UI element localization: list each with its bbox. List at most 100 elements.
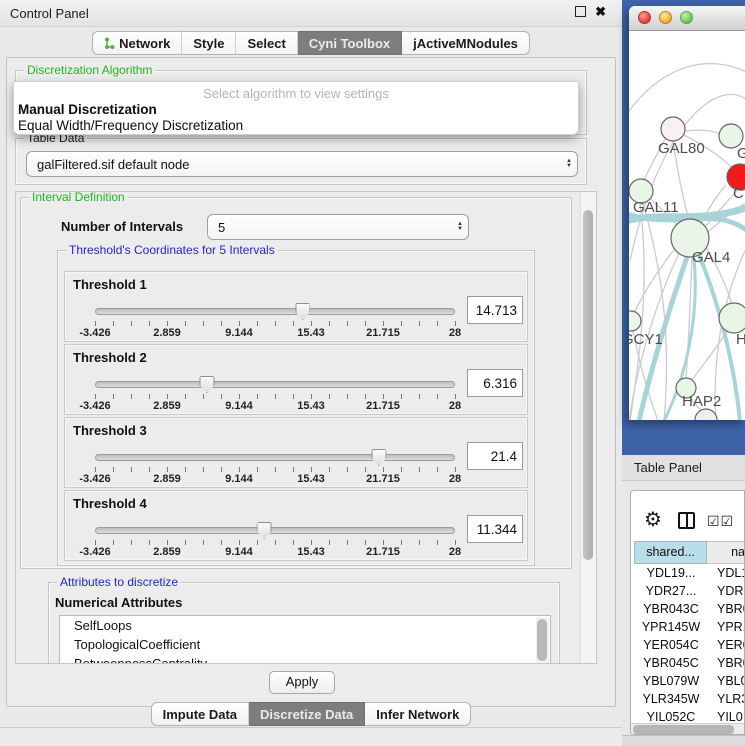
tab-select[interactable]: Select — [236, 31, 297, 55]
table-row[interactable]: YBR045CYBR0 — [634, 654, 745, 672]
threshold-panel-4: Threshold 4-3.4262.8599.14415.4321.71528 — [64, 490, 528, 561]
network-node-H-node[interactable] — [719, 303, 745, 333]
tab-style[interactable]: Style — [182, 31, 236, 55]
table-row[interactable]: YER054CYER0 — [634, 636, 745, 654]
threshold-value-field[interactable] — [467, 442, 523, 470]
slider-track[interactable] — [95, 381, 455, 388]
list-scrollbar-thumb[interactable] — [537, 619, 547, 661]
slider-handle[interactable] — [199, 376, 214, 393]
control-panel: Control Panel ✖ NetworkStyleSelectCyni T… — [0, 0, 622, 745]
cell-shared-name[interactable]: YDR27... — [634, 582, 708, 600]
cell-shared-name[interactable]: YDL19... — [634, 564, 708, 582]
threshold-value-field[interactable] — [467, 369, 523, 397]
network-node-label: HAP2 — [682, 393, 721, 410]
table-horizontal-scrollbar[interactable] — [631, 723, 744, 735]
bottom-tab-discretize-data[interactable]: Discretize Data — [249, 702, 365, 726]
table-row[interactable]: YPR145WYPR1 — [634, 618, 745, 636]
attribute-item[interactable]: SelfLoops — [60, 616, 550, 635]
cell-shared-name[interactable]: YBR043C — [634, 600, 708, 618]
algorithm-option-1[interactable]: Manual Discretization — [18, 102, 157, 117]
zoom-traffic-light-icon[interactable] — [680, 11, 693, 24]
table-data-combobox[interactable]: galFiltered.sif default node ▲▼ — [26, 151, 578, 177]
cell-name[interactable]: YBL0 — [708, 672, 745, 690]
table-hscrollbar-thumb[interactable] — [633, 725, 734, 734]
numerical-attributes-list[interactable]: SelfLoopsTopologicalCoefficientBetweenne… — [59, 615, 551, 664]
tick-label: 9.144 — [225, 400, 253, 412]
network-window-titlebar — [629, 6, 745, 31]
cell-name[interactable]: YBR0 — [708, 654, 745, 672]
column-header-name[interactable]: na — [707, 541, 745, 564]
cell-name[interactable]: YBR0 — [708, 600, 745, 618]
cell-name[interactable]: YDL1 — [708, 564, 745, 582]
tab-label: Infer Network — [376, 707, 459, 722]
settings-scrollbar-thumb[interactable] — [583, 210, 593, 560]
tick-label: 2.859 — [153, 400, 181, 412]
cell-name[interactable]: YER0 — [708, 636, 745, 654]
threshold-value-field[interactable] — [467, 515, 523, 543]
tick-label: -3.426 — [79, 546, 110, 558]
network-edge — [629, 64, 745, 121]
slider-track[interactable] — [95, 454, 455, 461]
bottom-tab-impute-data[interactable]: Impute Data — [151, 702, 249, 726]
tab-network[interactable]: Network — [92, 31, 182, 55]
num-intervals-label: Number of Intervals — [61, 219, 183, 234]
threshold-value-field[interactable] — [467, 296, 523, 324]
tick-label: 9.144 — [225, 546, 253, 558]
table-row[interactable]: YBR043CYBR0 — [634, 600, 745, 618]
threshold-label: Threshold 3 — [73, 423, 147, 438]
algorithm-option-2[interactable]: Equal Width/Frequency Discretization — [18, 118, 243, 133]
cell-name[interactable]: YDR2 — [708, 582, 745, 600]
tick-label: 15.43 — [297, 546, 325, 558]
column-header-shared[interactable]: shared... — [634, 541, 707, 564]
split-view-icon[interactable] — [678, 512, 695, 529]
tick-label: 2.859 — [153, 327, 181, 339]
cell-shared-name[interactable]: YER054C — [634, 636, 708, 654]
bottom-tab-infer-network[interactable]: Infer Network — [365, 702, 471, 726]
num-intervals-combobox[interactable]: 5 ▲▼ — [207, 214, 469, 240]
slider-ticks — [95, 467, 456, 472]
cell-shared-name[interactable]: YPR145W — [634, 618, 708, 636]
tab-cyni-toolbox[interactable]: Cyni Toolbox — [298, 31, 402, 55]
combo-stepper-icon: ▲▼ — [561, 159, 577, 169]
close-traffic-light-icon[interactable] — [638, 11, 651, 24]
tick-label: 28 — [449, 327, 461, 339]
cell-shared-name[interactable]: YLR345W — [634, 690, 708, 708]
checkbox-icons[interactable]: ☑☑ — [707, 513, 734, 530]
slider-handle[interactable] — [295, 303, 310, 320]
thresholds-group-title: Threshold's Coordinates for 5 Intervals — [66, 243, 278, 257]
network-canvas[interactable]: GAL80GACGAL11GAL4GCY1HHAP2 — [629, 31, 745, 420]
cell-shared-name[interactable]: YBR045C — [634, 654, 708, 672]
gear-icon[interactable]: ⚙ — [644, 510, 662, 530]
float-window-icon[interactable] — [575, 6, 586, 17]
attribute-item[interactable]: BetweennessCentrality — [60, 654, 550, 664]
network-node-GCY1[interactable] — [629, 311, 641, 331]
network-node-label: GCY1 — [629, 331, 663, 348]
cell-name[interactable]: YPR1 — [708, 618, 745, 636]
table-row[interactable]: YDL19...YDL1 — [634, 564, 745, 582]
cell-shared-name[interactable]: YBL079W — [634, 672, 708, 690]
tab-jactivemnodules[interactable]: jActiveMNodules — [402, 31, 530, 55]
bottom-tab-strip: Impute DataDiscretize Data Infer Network — [0, 702, 622, 726]
table-row[interactable]: YDR27...YDR2 — [634, 582, 745, 600]
slider-handle[interactable] — [257, 522, 272, 539]
network-node-label: C — [733, 185, 744, 202]
threshold-panel-1: Threshold 1-3.4262.8599.14415.4321.71528 — [64, 271, 528, 342]
attributes-group-title: Attributes to discretize — [57, 575, 181, 589]
apply-button[interactable]: Apply — [269, 671, 335, 694]
minimize-traffic-light-icon[interactable] — [659, 11, 672, 24]
network-node-bottom-node[interactable] — [695, 409, 717, 420]
table-row[interactable]: YLR345WYLR3 — [634, 690, 745, 708]
close-icon[interactable]: ✖ — [595, 6, 606, 17]
slider-handle[interactable] — [371, 449, 386, 466]
network-node-GAL80[interactable] — [661, 117, 685, 141]
attribute-item[interactable]: TopologicalCoefficient — [60, 635, 550, 654]
slider-track[interactable] — [95, 308, 455, 315]
list-scrollbar[interactable] — [536, 617, 549, 664]
table-row[interactable]: YBL079WYBL0 — [634, 672, 745, 690]
right-region: GAL80GACGAL11GAL4GCY1HHAP2 Table Panel ⚙… — [622, 0, 745, 745]
settings-vertical-scrollbar[interactable] — [580, 192, 596, 663]
tick-label: 2.859 — [153, 546, 181, 558]
tick-label: 15.43 — [297, 327, 325, 339]
cell-name[interactable]: YLR3 — [708, 690, 745, 708]
slider-track[interactable] — [95, 527, 455, 534]
